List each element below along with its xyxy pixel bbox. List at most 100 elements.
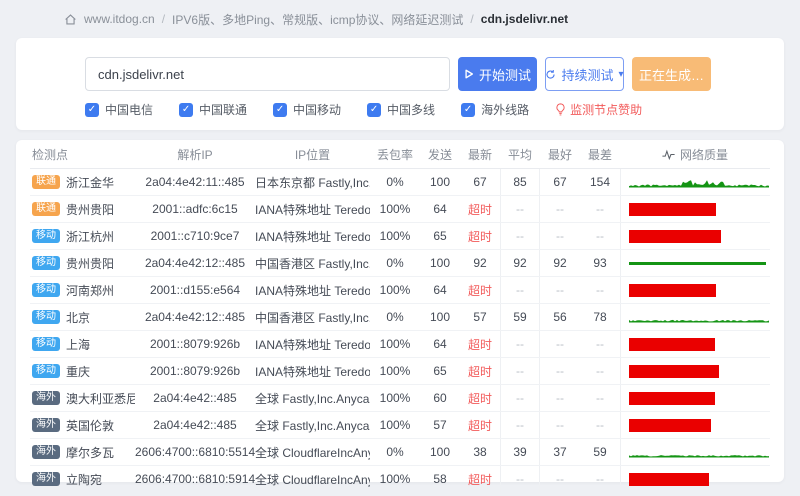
resolved-ip: 2001::8079:926b — [149, 337, 241, 351]
worst-latency: -- — [596, 283, 604, 297]
loss-rate: 100% — [379, 418, 411, 432]
col-header-worst: 最差 — [587, 147, 612, 162]
ip-location: 全球 CloudflareIncAnycast网段 — [255, 445, 370, 460]
node-location: 浙江杭州 — [66, 229, 115, 244]
loss-rate: 100% — [379, 364, 411, 378]
sent-count: 64 — [433, 337, 447, 351]
carrier-badge: 移动 — [32, 337, 60, 351]
node-cell: 海外 立陶宛 — [30, 471, 135, 488]
ip-location: 中国香港区 Fastly,Inc. — [255, 310, 370, 325]
continuous-test-label: 持续测试 — [561, 67, 614, 83]
latest-latency: 67 — [473, 175, 487, 189]
quality-graph — [620, 223, 770, 249]
latest-latency: 超时 — [467, 418, 492, 433]
generating-button[interactable]: 正在生成… — [632, 57, 711, 91]
node-cell: 移动 重庆 — [30, 363, 135, 380]
quality-graph — [620, 385, 770, 411]
quality-red-bar — [629, 418, 711, 432]
node-location: 重庆 — [66, 364, 91, 379]
toolbar: 开始测试 持续测试 ▾ 正在生成… — [85, 57, 711, 91]
carrier-checkbox-0[interactable]: ✓ 中国电信 — [85, 101, 153, 118]
node-cell: 海外 澳大利亚悉尼 — [30, 390, 135, 407]
table-header: 检测点 解析IP IP位置 丢包率 发送 最新 平均 最好 最差 网络质量 — [30, 140, 770, 169]
node-location: 英国伦敦 — [66, 418, 115, 433]
resolved-ip: 2a04:4e42:11::485 — [145, 175, 245, 189]
start-test-button[interactable]: 开始测试 — [458, 57, 537, 91]
carrier-checkbox-4[interactable]: ✓ 海外线路 — [461, 101, 529, 118]
check-icon: ✓ — [85, 102, 99, 117]
best-latency: -- — [556, 391, 564, 405]
sponsor-icon — [555, 103, 566, 116]
col-header-latest: 最新 — [467, 147, 492, 162]
carrier-checkbox-3[interactable]: ✓ 中国多线 — [367, 101, 435, 118]
avg-latency: -- — [500, 412, 540, 438]
node-location: 贵州贵阳 — [66, 202, 115, 217]
node-location: 贵州贵阳 — [66, 256, 115, 271]
avg-latency: -- — [500, 358, 540, 384]
start-test-label: 开始测试 — [479, 67, 532, 83]
node-cell: 联通 贵州贵阳 — [30, 201, 135, 218]
loss-rate: 100% — [379, 391, 411, 405]
loss-rate: 0% — [386, 310, 404, 324]
refresh-icon — [545, 69, 556, 80]
ip-location: 全球 Fastly,Inc.Anycast网段 — [255, 418, 370, 433]
resolved-ip: 2a04:4e42::485 — [153, 391, 237, 405]
table-row: 联通 浙江金华 2a04:4e42:11::485 日本东京都 Fastly,Inc.… — [30, 169, 770, 196]
quality-red-bar — [629, 391, 715, 405]
sent-count: 58 — [433, 472, 447, 486]
activity-icon — [662, 149, 675, 160]
carrier-badge: 移动 — [32, 310, 60, 324]
carrier-checkbox-1[interactable]: ✓ 中国联通 — [179, 101, 247, 118]
node-location: 上海 — [66, 337, 91, 352]
quality-graph — [620, 196, 770, 222]
avg-latency: -- — [500, 223, 540, 249]
home-icon — [64, 13, 77, 26]
latest-latency: 超时 — [467, 229, 492, 244]
resolved-ip: 2a04:4e42:12::485 — [144, 256, 246, 270]
breadcrumb-separator: / — [161, 12, 166, 26]
resolved-ip: 2606:4700::6810:5914 — [135, 472, 255, 486]
quality-graph — [620, 466, 770, 492]
col-header-resolved-ip: 解析IP — [177, 147, 213, 162]
breadcrumb-home-link[interactable]: www.itdog.cn — [84, 12, 155, 26]
ip-location: IANA特殊地址 Teredo隧道地址 — [255, 202, 370, 217]
node-cell: 移动 河南郑州 — [30, 282, 135, 299]
continuous-test-button[interactable]: 持续测试 ▾ — [545, 57, 624, 91]
table-row: 移动重庆 2001::8079:926b IANA特殊地址 Teredo隧道地址 10… — [30, 358, 770, 385]
worst-latency: -- — [596, 391, 604, 405]
avg-latency: -- — [500, 331, 540, 357]
worst-latency: -- — [596, 418, 604, 432]
node-location: 澳大利亚悉尼 — [66, 391, 135, 406]
sponsor-link[interactable]: 监测节点赞助 — [555, 101, 642, 118]
col-header-avg: 平均 — [507, 147, 532, 162]
loss-rate: 0% — [386, 445, 404, 459]
col-header-loss-rate: 丢包率 — [376, 147, 413, 162]
quality-red-bar — [629, 472, 710, 486]
node-location: 摩尔多瓦 — [66, 445, 115, 460]
caret-down-icon: ▾ — [618, 68, 624, 80]
loss-rate: 100% — [379, 229, 411, 243]
node-location: 河南郑州 — [66, 283, 115, 298]
best-latency: -- — [556, 283, 564, 297]
quality-red-bar — [629, 229, 721, 243]
avg-latency: -- — [500, 277, 540, 303]
resolved-ip: 2001::c710:9ce7 — [150, 229, 240, 243]
best-latency: -- — [556, 364, 564, 378]
carrier-checkbox-label: 中国多线 — [387, 103, 436, 117]
host-input[interactable] — [85, 57, 450, 91]
worst-latency: -- — [596, 337, 604, 351]
sent-count: 100 — [429, 175, 451, 189]
quality-graph — [620, 169, 770, 195]
loss-rate: 100% — [379, 337, 411, 351]
carrier-checkbox-label: 中国电信 — [105, 103, 154, 117]
worst-latency: -- — [596, 472, 604, 486]
carrier-checkbox-2[interactable]: ✓ 中国移动 — [273, 101, 341, 118]
sent-count: 57 — [433, 418, 447, 432]
loss-rate: 100% — [379, 202, 411, 216]
sent-count: 100 — [429, 445, 451, 459]
best-latency: -- — [556, 418, 564, 432]
worst-latency: -- — [596, 202, 604, 216]
breadcrumb-separator: / — [470, 12, 474, 26]
best-latency: -- — [556, 229, 564, 243]
latest-latency: 超时 — [467, 364, 492, 379]
